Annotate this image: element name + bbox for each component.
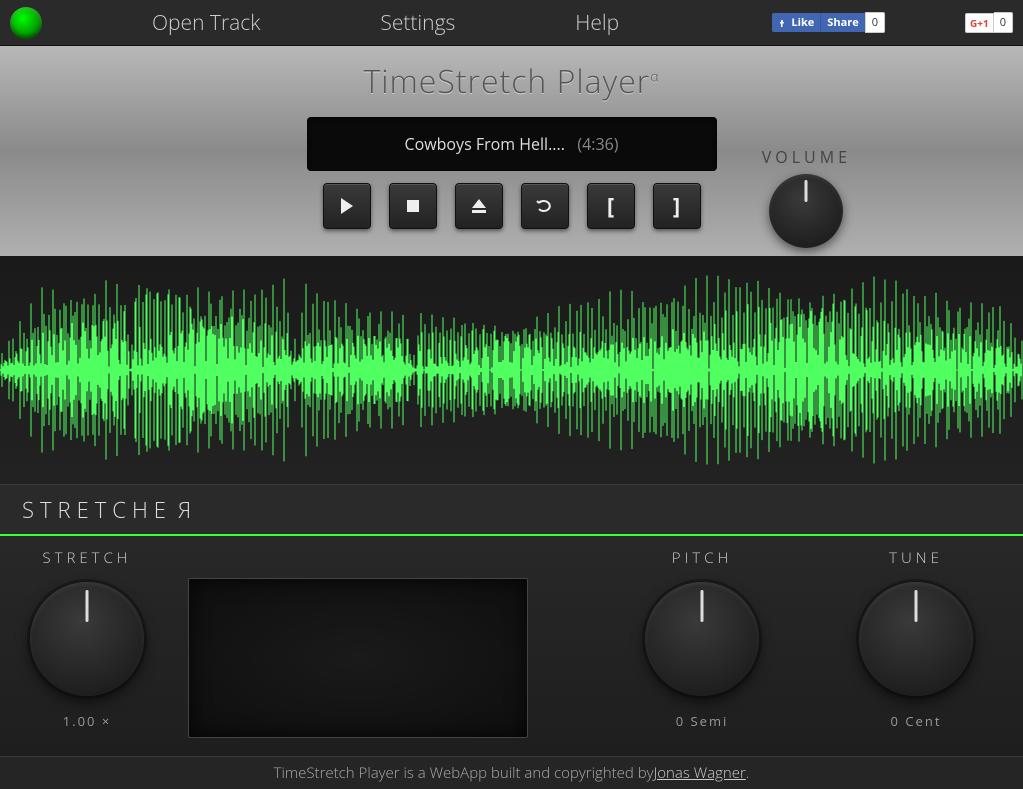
stretch-label: STRETCH xyxy=(30,548,144,568)
pitch-knob[interactable] xyxy=(645,582,759,696)
loop-button[interactable] xyxy=(521,183,569,229)
fb-share-button[interactable]: Share xyxy=(820,13,864,32)
facebook-widget[interactable]: Like Share 0 xyxy=(772,12,885,33)
waveform-display[interactable] xyxy=(0,256,1023,484)
transport-controls: [ ] xyxy=(0,183,1023,229)
gplus-button[interactable]: G+1 xyxy=(965,13,994,33)
controls-panel: STRETCH 1.00 × PITCH 0 Semi TUNE 0 Cent xyxy=(0,536,1023,756)
app-logo[interactable] xyxy=(10,7,42,39)
fb-count: 0 xyxy=(865,12,885,33)
volume-section: VOLUME -4 dB xyxy=(762,146,851,274)
eject-icon xyxy=(471,198,487,214)
gplus-widget[interactable]: G+1 0 xyxy=(965,12,1013,33)
stretch-graph[interactable] xyxy=(188,578,528,738)
nav-open-track[interactable]: Open Track xyxy=(152,9,260,37)
volume-label: VOLUME xyxy=(762,146,851,168)
pitch-readout: 0 Semi xyxy=(645,712,759,730)
stretch-readout: 1.00 × xyxy=(30,712,144,730)
bracket-close-icon: ] xyxy=(673,191,680,221)
pitch-control: PITCH 0 Semi xyxy=(645,548,759,730)
nav-settings[interactable]: Settings xyxy=(380,9,455,37)
stop-button[interactable] xyxy=(389,183,437,229)
pitch-label: PITCH xyxy=(645,548,759,568)
tune-knob[interactable] xyxy=(859,582,973,696)
volume-knob[interactable] xyxy=(769,174,843,248)
author-link[interactable]: Jonas Wagner xyxy=(654,763,746,783)
stretch-control: STRETCH 1.00 × xyxy=(30,548,144,730)
tune-readout: 0 Cent xyxy=(859,712,973,730)
top-bar: Open Track Settings Help Like Share 0 G+… xyxy=(0,0,1023,46)
stretch-knob[interactable] xyxy=(30,582,144,696)
tune-control: TUNE 0 Cent xyxy=(859,548,973,730)
track-display: Cowboys From Hell.... (4:36) xyxy=(307,117,717,171)
tune-label: TUNE xyxy=(859,548,973,568)
footer-text: TimeStretch Player is a WebApp built and… xyxy=(274,763,654,783)
app-title: TimeStretch Playerα xyxy=(0,60,1023,103)
fb-like-button[interactable]: Like xyxy=(772,13,820,32)
stretcher-title: STRETCHER xyxy=(22,495,191,525)
nav-help[interactable]: Help xyxy=(575,9,619,37)
eject-button[interactable] xyxy=(455,183,503,229)
gplus-count: 0 xyxy=(994,12,1013,33)
play-button[interactable] xyxy=(323,183,371,229)
play-icon xyxy=(340,198,354,214)
header-panel: TimeStretch Playerα Cowboys From Hell...… xyxy=(0,46,1023,256)
bracket-open-icon: [ xyxy=(607,191,614,221)
stretcher-header: STRETCHER xyxy=(0,484,1023,534)
stop-icon xyxy=(406,199,420,213)
loop-start-button[interactable]: [ xyxy=(587,183,635,229)
track-name: Cowboys From Hell.... xyxy=(405,133,565,155)
footer: TimeStretch Player is a WebApp built and… xyxy=(0,756,1023,789)
loop-end-button[interactable]: ] xyxy=(653,183,701,229)
track-time: (4:36) xyxy=(577,133,618,155)
loop-icon xyxy=(536,197,554,215)
